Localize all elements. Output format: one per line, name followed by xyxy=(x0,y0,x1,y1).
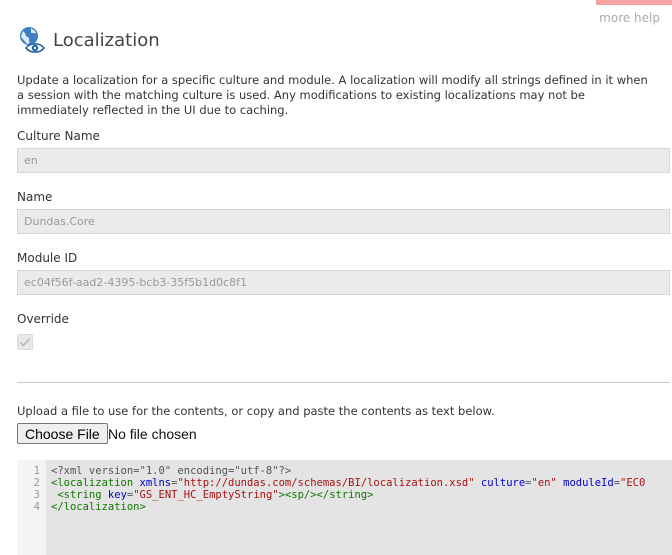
checkmark-icon xyxy=(19,337,31,347)
code-line: 4 </localization> xyxy=(17,500,146,514)
section-divider xyxy=(17,382,670,383)
module-id-input[interactable] xyxy=(17,270,670,295)
page-title: Localization xyxy=(53,29,160,51)
code-editor[interactable]: 1 <?xml version="1.0" encoding="utf-8"?> 2… xyxy=(17,460,672,555)
module-id-label: Module ID xyxy=(17,251,78,265)
code-text: </localization> xyxy=(51,501,146,513)
culture-name-input[interactable] xyxy=(17,148,670,173)
override-checkbox[interactable] xyxy=(17,334,33,350)
top-accent-bar xyxy=(596,0,672,5)
name-label: Name xyxy=(17,190,53,204)
code-token: "EC0 xyxy=(620,477,646,489)
line-number: 4 xyxy=(33,501,40,513)
culture-name-label: Culture Name xyxy=(17,129,100,143)
more-help-link[interactable]: more help xyxy=(599,11,660,25)
code-token: "en" xyxy=(531,477,557,489)
globe-eye-icon xyxy=(17,25,47,55)
code-token: moduleId xyxy=(563,477,614,489)
code-token: </localization> xyxy=(51,501,146,513)
name-input[interactable] xyxy=(17,209,670,234)
page-header: Localization xyxy=(17,24,160,56)
code-token: culture xyxy=(480,477,526,489)
file-status-text: No file chosen xyxy=(108,426,197,442)
code-token: "GS_ENT_HC_EmptyString" xyxy=(133,489,279,501)
code-token: ><sp/></string> xyxy=(278,489,374,501)
choose-file-button[interactable]: Choose File xyxy=(17,423,108,444)
upload-instruction: Upload a file to use for the contents, o… xyxy=(17,404,495,418)
page-description: Update a localization for a specific cul… xyxy=(17,73,648,117)
override-label: Override xyxy=(17,312,69,326)
